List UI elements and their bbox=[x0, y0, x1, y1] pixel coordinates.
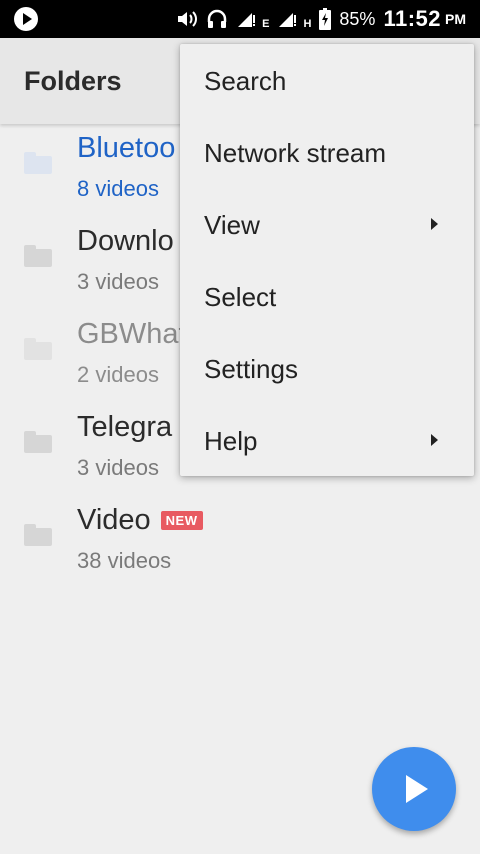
headset-icon bbox=[206, 9, 228, 29]
folder-name: Video bbox=[77, 504, 151, 536]
menu-item-network-stream[interactable]: Network stream bbox=[180, 116, 474, 188]
menu-item-label: View bbox=[204, 210, 260, 240]
folder-icon bbox=[24, 431, 52, 453]
folder-name: Bluetoo bbox=[77, 132, 176, 164]
menu-item-label: Settings bbox=[204, 354, 298, 384]
volume-icon bbox=[176, 9, 198, 29]
folder-icon bbox=[24, 338, 52, 360]
network-type-sim2: H bbox=[303, 18, 312, 30]
menu-item-view[interactable]: View bbox=[180, 188, 474, 260]
folder-item-video[interactable]: Video NEW 38 videos bbox=[0, 496, 480, 589]
menu-item-select[interactable]: Select bbox=[180, 260, 474, 332]
network-type-sim1: E bbox=[262, 18, 270, 30]
folder-video-count: 3 videos bbox=[77, 455, 159, 480]
new-badge: NEW bbox=[160, 511, 203, 530]
menu-item-label: Network stream bbox=[204, 138, 387, 168]
menu-item-help[interactable]: Help bbox=[180, 404, 474, 476]
clock-ampm: PM bbox=[445, 11, 466, 27]
folder-icon bbox=[24, 524, 52, 546]
menu-item-settings[interactable]: Settings bbox=[180, 332, 474, 404]
folder-video-count: 8 videos bbox=[77, 176, 159, 201]
menu-item-label: Search bbox=[204, 66, 287, 96]
media-playing-icon bbox=[14, 7, 38, 31]
submenu-arrow-icon bbox=[431, 218, 438, 230]
page-title: Folders bbox=[24, 66, 122, 96]
submenu-arrow-icon bbox=[431, 434, 438, 446]
menu-item-label: Help bbox=[204, 426, 258, 456]
folder-video-count: 38 videos bbox=[77, 548, 172, 573]
menu-item-label: Select bbox=[204, 282, 277, 312]
folder-video-count: 2 videos bbox=[77, 362, 159, 387]
folder-icon bbox=[24, 245, 52, 267]
play-icon bbox=[406, 775, 428, 803]
battery-percent: 85% bbox=[339, 8, 376, 29]
folder-name-row: Video NEW bbox=[77, 504, 203, 537]
battery-charging-icon bbox=[319, 8, 332, 30]
folder-video-count: 3 videos bbox=[77, 269, 159, 294]
folder-icon bbox=[24, 152, 52, 174]
status-bar: E H 85% 11:52 PM bbox=[0, 0, 480, 38]
folder-name: Telegra bbox=[77, 411, 173, 443]
signal-sim1-icon bbox=[236, 9, 256, 29]
overflow-menu: Search Network stream View Select Settin… bbox=[180, 44, 474, 476]
folder-name: Downlo bbox=[77, 225, 174, 257]
clock-time: 11:52 bbox=[383, 6, 441, 31]
menu-item-search[interactable]: Search bbox=[180, 44, 474, 116]
play-fab-button[interactable] bbox=[372, 747, 456, 831]
signal-sim2-icon bbox=[277, 9, 297, 29]
folder-name: GBWhat bbox=[77, 318, 187, 350]
